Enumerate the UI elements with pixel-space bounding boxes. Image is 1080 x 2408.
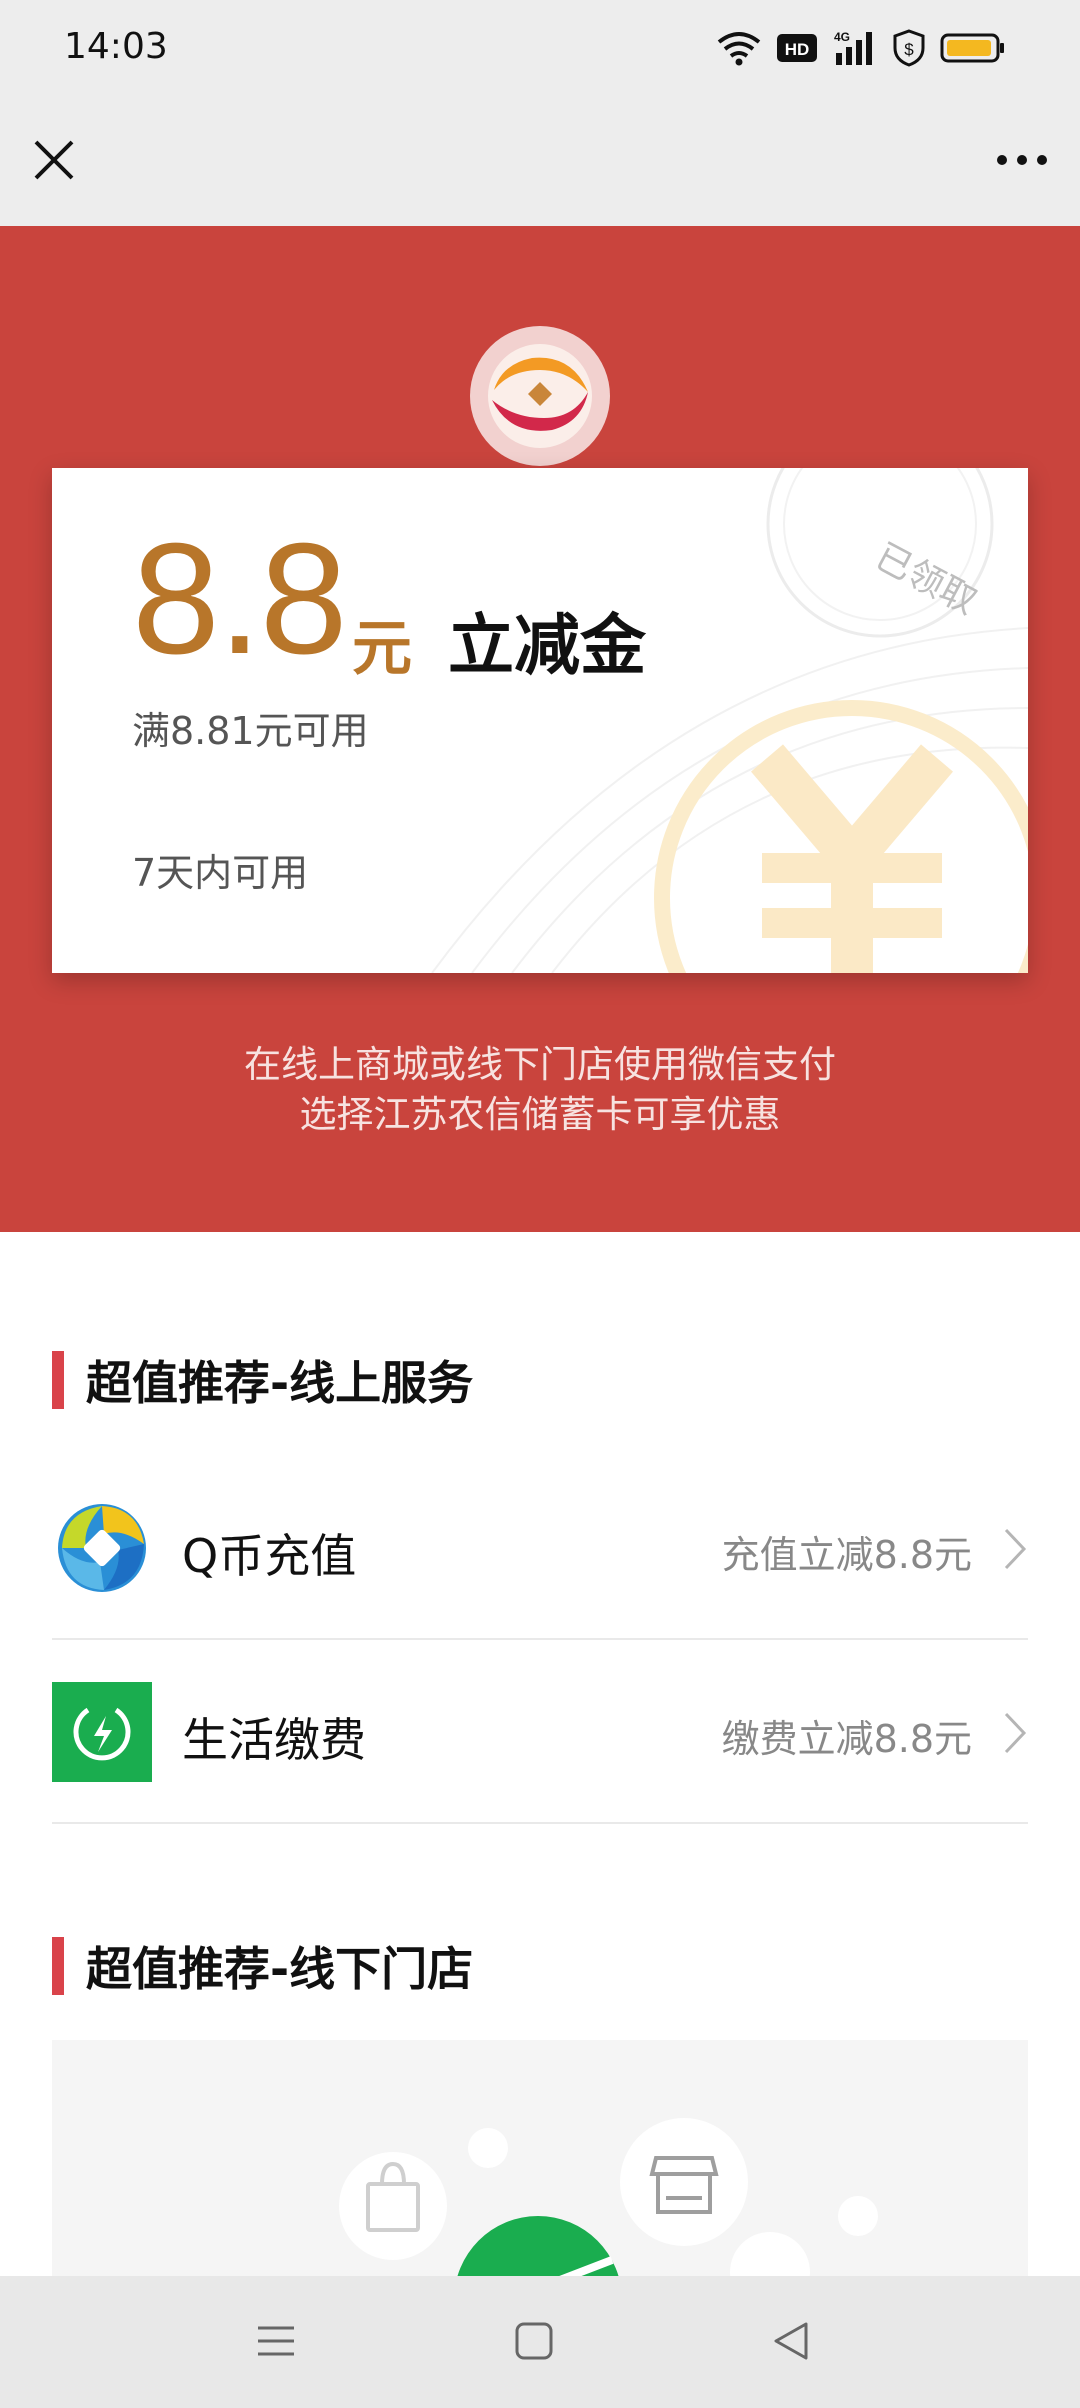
status-bar: 14:03 HD 4G $ [0, 0, 1080, 98]
service-promo: 缴费立减8.8元 [721, 1717, 972, 1761]
service-item-qcoin[interactable]: Q币充值 充值立减8.8元 [52, 1456, 1028, 1640]
qcoin-icon [58, 1504, 146, 1592]
service-name: 生活缴费 [182, 1713, 366, 1767]
wifi-icon [717, 32, 761, 66]
chevron-right-icon [1004, 1712, 1027, 1754]
more-icon[interactable] [992, 138, 1052, 182]
coupon-card[interactable]: 已领取 8.8 元 立减金 满8.81元可用 7天内可用 [52, 468, 1028, 973]
banner-desc-line1: 在线上商城或线下门店使用微信支付 [244, 1043, 836, 1086]
bank-logo-icon [470, 326, 610, 466]
home-icon[interactable] [504, 2316, 564, 2366]
svg-text:$: $ [904, 40, 914, 59]
webview-header [0, 98, 1080, 226]
offline-store-illustration[interactable] [52, 2040, 1028, 2276]
system-nav-bar [0, 2276, 1080, 2408]
service-item-utility[interactable]: 生活缴费 缴费立减8.8元 [52, 1640, 1028, 1824]
coupon-validity: 7天内可用 [132, 851, 309, 895]
utility-bill-icon [52, 1682, 152, 1782]
hd-label: HD [785, 40, 810, 59]
online-section-title-text: 超值推荐-线上服务 [86, 1356, 474, 1410]
service-name: Q币充值 [182, 1529, 357, 1583]
coupon-unit: 元 [352, 614, 412, 684]
status-time: 14:03 [64, 26, 168, 67]
offline-section-title-text: 超值推荐-线下门店 [86, 1942, 474, 1996]
banner-description: 在线上商城或线下门店使用微信支付 选择江苏农信储蓄卡可享优惠 [0, 1040, 1080, 1140]
battery-icon [940, 33, 1004, 63]
net-label: 4G [834, 30, 850, 44]
menu-icon[interactable] [246, 2316, 306, 2366]
coupon-type: 立减金 [448, 607, 646, 684]
coupon-condition: 满8.81元可用 [132, 709, 369, 753]
status-icons: HD 4G $ [716, 26, 1006, 70]
coupon-amount: 8.8 [132, 511, 348, 687]
online-section-title: 超值推荐-线上服务 [52, 1350, 473, 1410]
offline-section-title: 超值推荐-线下门店 [52, 1936, 473, 1996]
banner-desc-line2: 选择江苏农信储蓄卡可享优惠 [299, 1093, 781, 1136]
section-accent-bar [52, 1937, 64, 1995]
store-illustration-graphic [339, 2118, 878, 2276]
close-icon[interactable] [28, 134, 80, 186]
service-promo: 充值立减8.8元 [721, 1533, 972, 1577]
section-accent-bar [52, 1351, 64, 1409]
back-icon[interactable] [762, 2316, 822, 2366]
hd-icon: HD [777, 34, 817, 62]
chevron-right-icon [1004, 1528, 1027, 1570]
coupon-banner: 已领取 8.8 元 立减金 满8.81元可用 7天内可用 在线上商城或线下门店使… [0, 226, 1080, 1232]
shield-dollar-icon: $ [893, 29, 925, 67]
4g-signal-icon: 4G [834, 30, 872, 65]
